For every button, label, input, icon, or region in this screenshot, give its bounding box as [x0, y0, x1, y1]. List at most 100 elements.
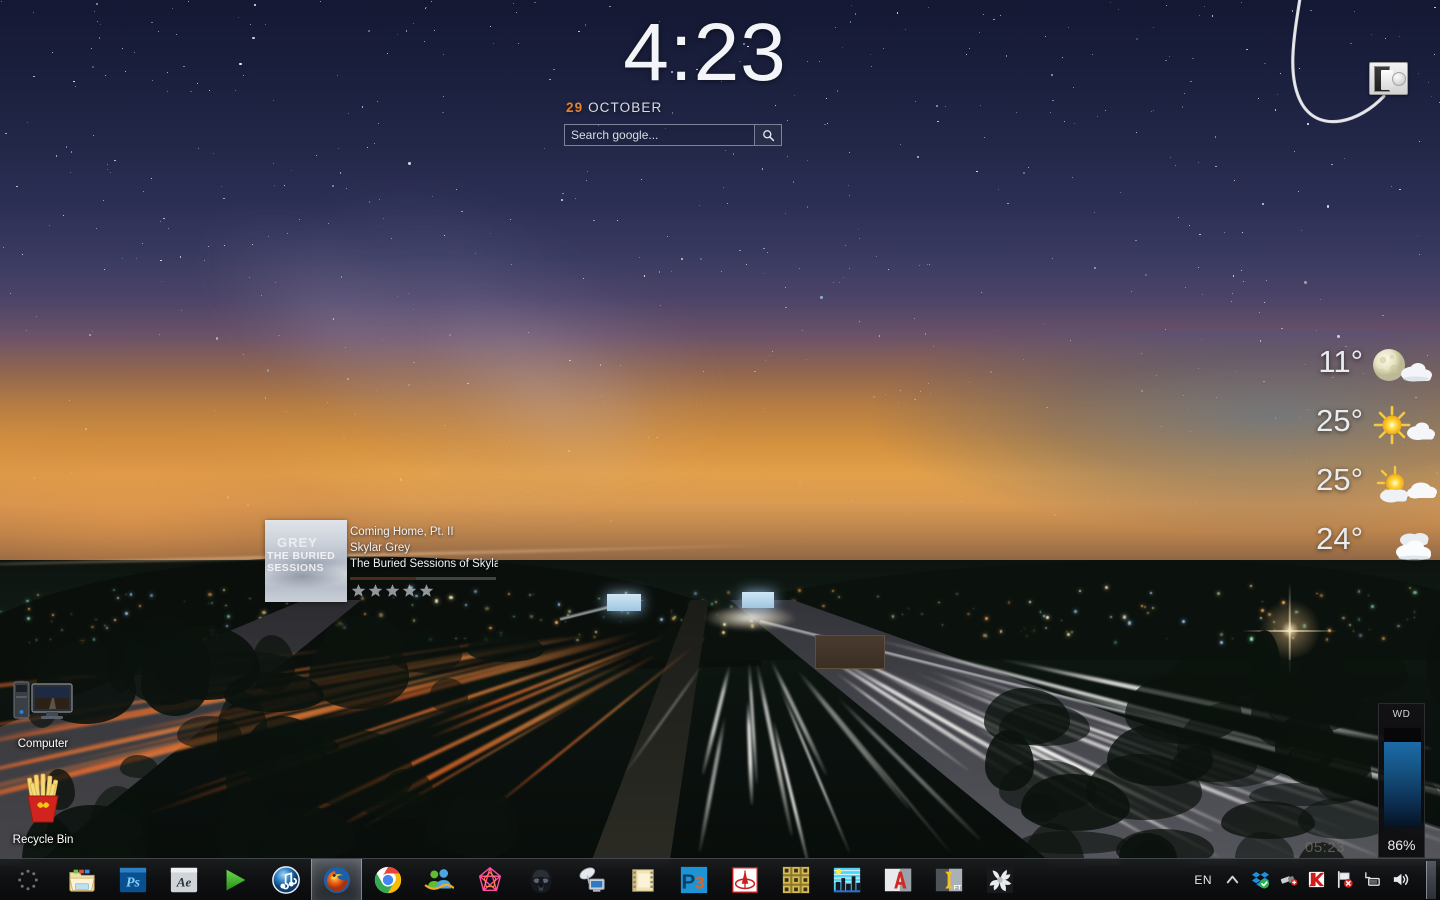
play-icon [226, 869, 245, 890]
disk-label: WD [1392, 709, 1411, 720]
dropbox-icon[interactable] [1251, 870, 1270, 889]
satellite-pc-icon [579, 866, 605, 892]
weather-widget: 11° 25° 25° 24° [1300, 345, 1440, 581]
taskbar-item-photoshop[interactable]: Ps [107, 859, 158, 900]
secondary-clock: 05:23 [1305, 839, 1346, 856]
cable-icon [1291, 0, 1386, 124]
taskbar-item-geometry-app[interactable] [464, 859, 515, 900]
taskbar-item-red-logo-app[interactable] [719, 859, 770, 900]
wireframe-icon [478, 866, 501, 891]
track-info: Coming Home, Pt. II Skylar Grey The Buri… [350, 524, 498, 572]
taskbar-item-after-effects[interactable]: Ae [158, 859, 209, 900]
clock-date-month: OCTOBER [588, 100, 663, 115]
folder-film-icon [631, 868, 654, 892]
start-orb[interactable] [0, 859, 56, 900]
rating-star[interactable] [368, 583, 383, 598]
taskbar-item-explorer[interactable] [56, 859, 107, 900]
road-sign [815, 635, 885, 669]
rating-star[interactable] [385, 583, 400, 598]
svg-text:FT: FT [953, 884, 961, 891]
taskbar-item-remote-desktop[interactable] [566, 859, 617, 900]
start-orb-icon [18, 869, 38, 890]
weather-row: 24° [1300, 522, 1440, 570]
rating-star[interactable] [351, 583, 366, 598]
fan-icon [986, 866, 1013, 893]
kaspersky-k-icon[interactable] [1307, 870, 1326, 889]
taskbar-item-inventor-ft[interactable]: FT [923, 859, 974, 900]
sun-clouds-icon [1376, 465, 1437, 503]
usb-icon[interactable] [1279, 870, 1298, 889]
cityscape-icon [833, 867, 860, 892]
disk-usage-widget[interactable]: WD 86% [1378, 703, 1425, 858]
weather-temp: 25° [1316, 462, 1363, 497]
weather-temp: 24° [1316, 521, 1363, 556]
messenger-icon [424, 868, 454, 890]
rating-star[interactable] [402, 583, 417, 598]
network-icon[interactable] [1363, 870, 1382, 889]
vader-helmet-icon [530, 867, 551, 893]
search-widget[interactable] [564, 124, 782, 146]
speaker-icon[interactable] [1391, 870, 1410, 889]
svg-text:P: P [681, 870, 695, 893]
moon-cloud-icon [1373, 349, 1432, 382]
tray-language[interactable]: EN [1194, 873, 1212, 887]
search-button[interactable] [754, 125, 781, 145]
taskbar-item-city-app[interactable] [821, 859, 872, 900]
track-album: The Buried Sessions of Skyla… [350, 558, 498, 570]
taskbar-item-messenger[interactable] [413, 859, 464, 900]
weather-temp: 25° [1316, 403, 1363, 438]
chevron-up-icon[interactable] [1223, 870, 1242, 889]
desktop-icon-computer[interactable]: Computer [0, 676, 88, 750]
album-art-subtitle: THE BURIED SESSIONS [267, 550, 336, 574]
show-desktop-button[interactable] [1426, 860, 1436, 899]
rating-stars[interactable] [351, 583, 434, 598]
progress-bar-fill [350, 577, 416, 580]
taskbar-item-p3-app[interactable]: P 3 [668, 859, 719, 900]
recycle-bin-fries-icon [27, 773, 59, 823]
socket-plate[interactable] [1369, 62, 1408, 95]
taskbar-item-firefox[interactable] [311, 858, 362, 900]
taskbar-item-archiver[interactable] [617, 859, 668, 900]
taskbar-item-autocad[interactable] [872, 859, 923, 900]
svg-text:3: 3 [694, 872, 704, 892]
disk-bar [1384, 728, 1421, 828]
p3-icon: P 3 [680, 866, 707, 893]
desktop-icon-recycle-bin[interactable]: Recycle Bin [0, 772, 88, 846]
clock-date-day: 29 [566, 100, 584, 115]
computer-icon [13, 681, 73, 719]
sun-cloud-icon [1373, 406, 1435, 445]
music-player-widget[interactable]: GREY THE BURIED SESSIONS Coming Home, Pt… [265, 520, 498, 605]
taskbar-item-chrome[interactable] [362, 859, 413, 900]
taskbar-item-itunes[interactable] [260, 859, 311, 900]
search-input[interactable] [565, 125, 754, 145]
flag-alert-icon[interactable] [1335, 870, 1354, 889]
ae-icon: Ae [170, 867, 197, 892]
taskbar-item-fan-app[interactable] [974, 859, 1025, 900]
desktop-icon-label: Computer [17, 738, 69, 750]
itunes-icon [271, 865, 300, 894]
power-switch-widget[interactable] [1280, 0, 1440, 146]
weather-temp: 11° [1318, 344, 1363, 379]
autocad-a-icon [884, 868, 911, 891]
svg-text:Ps: Ps [125, 874, 140, 890]
disk-bar-fill [1384, 742, 1421, 828]
clock-date: 29 OCTOBER [560, 100, 850, 115]
weather-row: 11° [1300, 345, 1440, 393]
taskbar-items: Ps Ae P 3 FT [56, 858, 1025, 900]
progress-bar[interactable] [350, 577, 496, 580]
weather-row: 25° [1300, 404, 1440, 452]
desktop-icon-label: Recycle Bin [12, 834, 74, 846]
taskbar: Ps Ae P 3 FT EN [0, 858, 1440, 900]
taskbar-item-grid-app[interactable] [770, 859, 821, 900]
track-title: Coming Home, Pt. II [350, 526, 454, 538]
taskbar-item-vader-app[interactable] [515, 859, 566, 900]
clock-time: 4:23 [623, 7, 787, 98]
rating-star[interactable] [419, 583, 434, 598]
search-icon [762, 129, 774, 141]
track-artist: Skylar Grey [350, 542, 411, 554]
gold-grid-icon [782, 866, 809, 893]
taskbar-item-media-player[interactable] [209, 859, 260, 900]
system-tray: EN [1194, 859, 1440, 900]
album-art[interactable]: GREY THE BURIED SESSIONS [265, 520, 347, 602]
socket-knob[interactable] [1392, 72, 1406, 86]
